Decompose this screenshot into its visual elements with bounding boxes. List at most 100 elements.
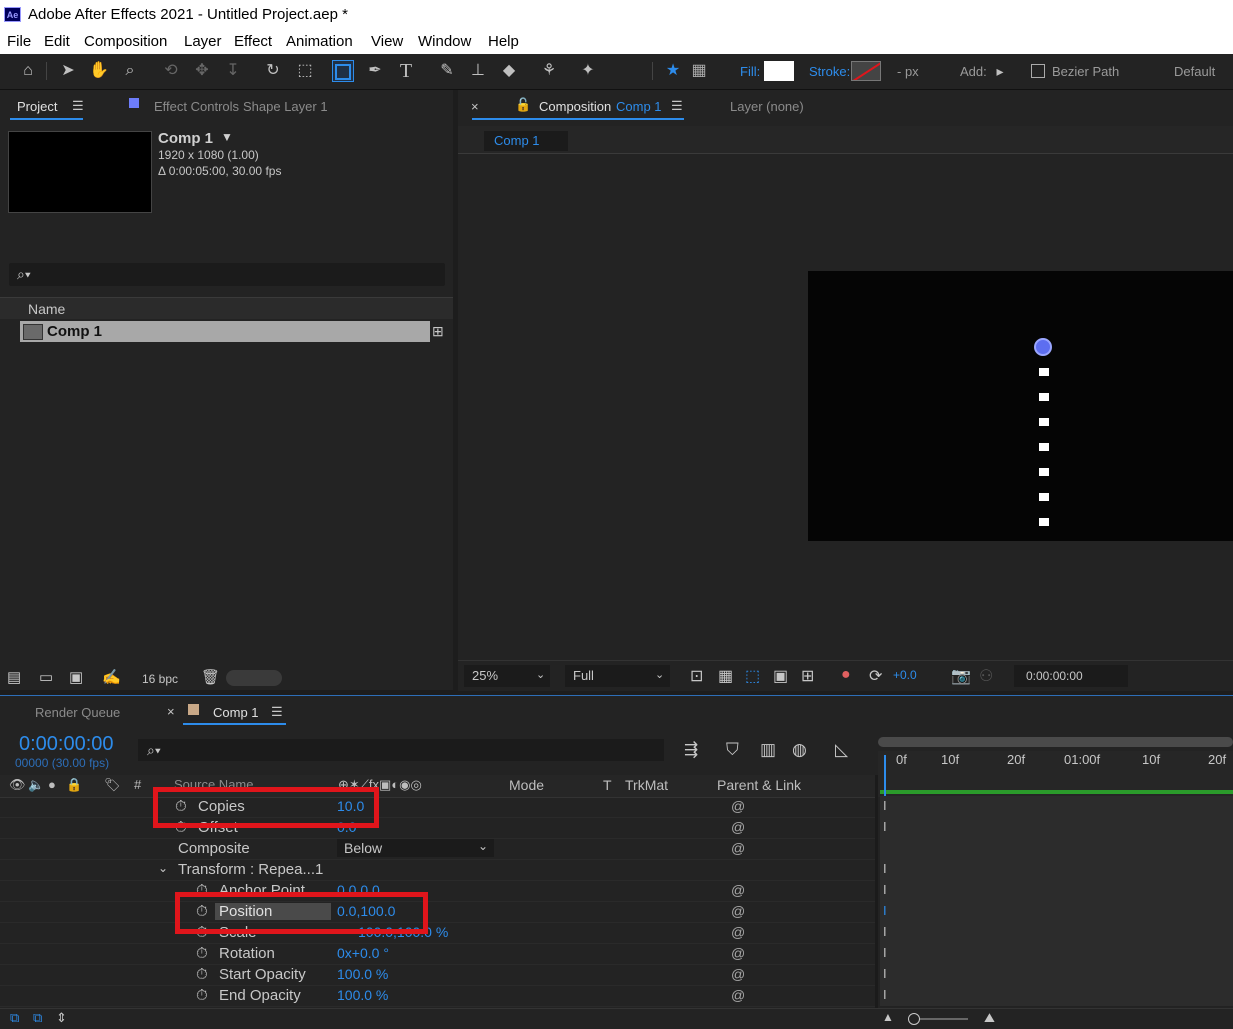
resolution-dropdown[interactable]: Full ⌄ <box>565 665 670 687</box>
track-row[interactable] <box>880 817 1233 839</box>
tab-layer[interactable]: Layer (none) <box>730 99 804 114</box>
close-tab-icon[interactable]: × <box>471 99 479 114</box>
layer-switches-toggle-icon[interactable]: ⧉ <box>10 1010 19 1026</box>
video-eye-icon[interactable]: 👁 <box>9 777 26 793</box>
clone-stamp-tool-icon[interactable]: ⊥ <box>467 60 489 82</box>
keyframe-marker-icon[interactable]: I <box>883 945 887 960</box>
keyframe-marker-icon[interactable]: I <box>883 798 887 813</box>
property-row-offset[interactable]: ⏱ Offset 0.0 @ <box>0 817 875 839</box>
workspace-default[interactable]: Default <box>1174 64 1215 79</box>
track-row[interactable] <box>880 838 1233 860</box>
snapshot-icon[interactable]: 📷 <box>951 666 971 686</box>
zoom-tool-icon[interactable]: ⌕ <box>119 60 141 82</box>
property-value[interactable]: 100.0 % <box>337 987 388 1003</box>
comp-mini-flowchart-icon[interactable]: ⇶ <box>684 740 698 760</box>
add-menu-icon[interactable]: ▸ <box>989 60 1011 82</box>
draft-3d-icon[interactable]: ⛉ <box>726 740 739 760</box>
composition-panel-menu-icon[interactable]: ☰ <box>671 98 683 114</box>
roto-brush-tool-icon[interactable]: ⚘ <box>538 60 560 82</box>
rotation-tool-icon[interactable]: ↻ <box>262 60 284 82</box>
lock-icon[interactable]: 🔓 <box>515 97 531 113</box>
eraser-tool-icon[interactable]: ◆ <box>498 60 520 82</box>
composition-canvas[interactable] <box>808 271 1233 541</box>
grid-guides-icon[interactable]: ⊞ <box>801 666 814 686</box>
column-trkmat[interactable]: TrkMat <box>625 777 668 793</box>
track-row[interactable] <box>880 985 1233 1007</box>
star-tool-icon[interactable]: ★ <box>662 60 684 82</box>
project-scrollbar[interactable] <box>226 670 282 686</box>
new-composition-icon[interactable]: ▣ <box>69 668 83 686</box>
graph-editor-icon[interactable]: ◺ <box>835 740 848 760</box>
zoom-dropdown[interactable]: 25% ⌄ <box>464 665 550 687</box>
brush-tool-icon[interactable]: ✎ <box>436 60 458 82</box>
tab-composition-name[interactable]: Comp 1 <box>616 99 662 114</box>
fast-previews-icon[interactable]: ⊡ <box>690 666 703 686</box>
pickwhip-icon[interactable]: @ <box>731 840 745 856</box>
pickwhip-icon[interactable]: @ <box>731 966 745 982</box>
chevron-down-icon[interactable]: ⌄ <box>158 861 168 875</box>
region-of-interest-icon[interactable]: ▣ <box>773 666 788 686</box>
timeline-panel-menu-icon[interactable]: ☰ <box>271 704 283 720</box>
pickwhip-icon[interactable]: @ <box>731 798 745 814</box>
menu-file[interactable]: File <box>7 33 31 50</box>
property-row-copies[interactable]: ⏱ Copies 10.0 @ <box>0 796 875 818</box>
interpret-footage-icon[interactable]: ▤ <box>7 668 21 686</box>
track-row[interactable] <box>880 859 1233 881</box>
column-mode[interactable]: Mode <box>509 777 544 793</box>
comp-dropdown-icon[interactable]: ▼ <box>221 130 233 144</box>
frame-blending-icon[interactable]: ▥ <box>760 740 776 760</box>
project-settings-icon[interactable]: ✍ <box>102 668 121 686</box>
new-folder-icon[interactable]: ▭ <box>39 668 53 686</box>
menu-window[interactable]: Window <box>418 33 471 50</box>
keyframe-marker-icon[interactable]: I <box>883 924 887 939</box>
pickwhip-icon[interactable]: @ <box>731 945 745 961</box>
show-snapshot-icon[interactable]: ⚇ <box>979 666 993 686</box>
layer-anchor-icon[interactable] <box>1034 338 1052 356</box>
current-time-display[interactable]: 0:00:00:00 <box>19 733 114 756</box>
property-row-scale[interactable]: ⏱ Scale 100.0,100.0 % @ <box>0 922 875 944</box>
property-value[interactable]: 100.0 % <box>337 966 388 982</box>
work-area-bar[interactable] <box>878 737 1233 747</box>
in-out-toggle-icon[interactable]: ⇕ <box>56 1010 67 1026</box>
track-row[interactable] <box>880 943 1233 965</box>
hand-tool-icon[interactable]: ✋ <box>88 60 110 82</box>
stroke-width[interactable]: - px <box>897 64 919 79</box>
project-panel-menu-icon[interactable]: ☰ <box>72 98 84 114</box>
stroke-swatch[interactable] <box>851 61 881 81</box>
tab-project[interactable]: Project <box>17 99 57 114</box>
tab-timeline-comp[interactable]: Comp 1 <box>213 705 259 720</box>
pan-camera-icon[interactable]: ✥ <box>191 60 213 82</box>
zoom-slider-handle[interactable] <box>908 1013 920 1025</box>
mask-toggle-icon[interactable]: ▦ <box>688 60 710 82</box>
orbit-camera-icon[interactable]: ⟲ <box>160 60 182 82</box>
selection-tool-icon[interactable]: ➤ <box>57 60 79 82</box>
tab-composition[interactable]: Composition <box>539 99 611 114</box>
pen-tool-icon[interactable]: ✒ <box>364 60 386 82</box>
zoom-out-icon[interactable]: ▲ <box>882 1010 894 1024</box>
composite-dropdown[interactable]: Below ⌄ <box>337 839 494 857</box>
tab-render-queue[interactable]: Render Queue <box>35 705 120 720</box>
menu-layer[interactable]: Layer <box>184 33 222 50</box>
menu-help[interactable]: Help <box>488 33 519 50</box>
keyframe-marker-icon[interactable]: I <box>883 861 887 876</box>
label-icon[interactable]: 🏷 <box>104 777 121 793</box>
zoom-in-icon[interactable]: ⛰ <box>984 1010 995 1026</box>
keyframe-marker-icon[interactable]: I <box>883 966 887 981</box>
pickwhip-icon[interactable]: @ <box>731 924 745 940</box>
reset-exposure-icon[interactable]: ⟳ <box>869 666 882 686</box>
zoom-slider[interactable] <box>914 1018 968 1020</box>
stopwatch-icon[interactable]: ⏱ <box>196 945 208 962</box>
rectangle-tool-icon[interactable] <box>332 60 354 82</box>
pickwhip-icon[interactable]: @ <box>731 903 745 919</box>
bezier-path-checkbox[interactable] <box>1031 64 1045 78</box>
trash-icon[interactable]: 🗑 <box>201 668 220 686</box>
dolly-camera-icon[interactable]: ↧ <box>222 60 244 82</box>
column-t[interactable]: T <box>603 777 612 793</box>
mask-visibility-icon[interactable]: ⬚ <box>745 666 760 686</box>
comp-breadcrumb[interactable]: Comp 1 <box>484 131 568 151</box>
lock-column-icon[interactable]: 🔒 <box>66 777 82 793</box>
motion-blur-icon[interactable]: ◍ <box>792 740 807 760</box>
track-row[interactable] <box>880 964 1233 986</box>
project-item-comp[interactable]: Comp 1 <box>20 321 430 342</box>
property-row-composite[interactable]: Composite Below ⌄ @ <box>0 838 875 860</box>
